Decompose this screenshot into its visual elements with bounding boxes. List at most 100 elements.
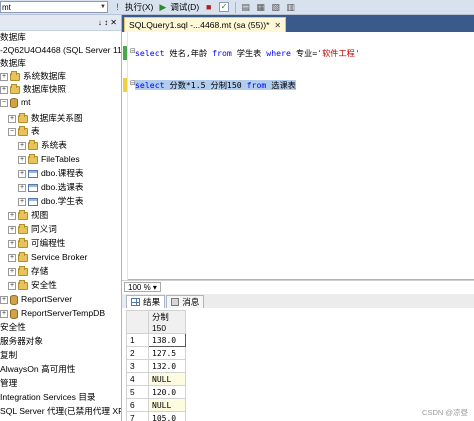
- tree-item-server[interactable]: -2Q62U4O4468 (SQL Server 11: [0, 44, 121, 57]
- expand-icon[interactable]: +: [8, 211, 16, 220]
- row-number: 7: [126, 411, 149, 421]
- toolbar-icon-d[interactable]: ▥: [285, 2, 296, 13]
- expand-icon[interactable]: +: [18, 141, 26, 150]
- table-row[interactable]: 4 NULL: [126, 372, 186, 386]
- table-row[interactable]: 5 120.0: [126, 385, 186, 399]
- database-combo[interactable]: mt ▼: [0, 1, 108, 13]
- tree-item-student-table[interactable]: + dbo.学生表: [18, 195, 84, 208]
- select-expression: 分数*1.5 分制150: [164, 80, 247, 90]
- sql-code-editor[interactable]: ⊟ select 姓名,年龄 from 学生表 where 专业='软件工程' …: [122, 32, 474, 280]
- tree-item-views[interactable]: + 视图: [8, 209, 48, 222]
- tab-results[interactable]: 结果: [126, 295, 166, 308]
- table-row[interactable]: 7 105.0: [126, 411, 186, 421]
- stop-icon[interactable]: ■: [203, 2, 214, 13]
- expand-icon[interactable]: +: [8, 281, 16, 290]
- folder-icon: [18, 265, 28, 276]
- expand-icon[interactable]: +: [0, 309, 8, 318]
- table-row[interactable]: 1 138.0: [126, 333, 186, 347]
- collapse-icon[interactable]: −: [8, 127, 16, 136]
- tree-item-db-security[interactable]: + 安全性: [8, 279, 57, 292]
- tree-item-programmability[interactable]: + 可编程性: [8, 237, 65, 250]
- tree-item-system-tables[interactable]: + 系统表: [18, 139, 67, 152]
- expand-icon[interactable]: +: [0, 295, 8, 304]
- tree-item-course-table[interactable]: + dbo.课程表: [18, 167, 84, 180]
- folder-icon: [28, 153, 38, 164]
- folder-icon: [18, 237, 28, 248]
- tree-item-storage[interactable]: + 存储: [8, 265, 48, 278]
- tree-item-label-top[interactable]: 数据库: [0, 31, 26, 44]
- explorer-header: ↓ ↕ ✕: [0, 15, 121, 31]
- tree-item-filetables[interactable]: + FileTables: [18, 153, 80, 166]
- code-line-1: select 姓名,年龄 from 学生表 where 专业='软件工程': [135, 47, 360, 59]
- expand-icon[interactable]: +: [0, 72, 8, 81]
- row-number-header[interactable]: [126, 310, 149, 334]
- tree-item-alwayson[interactable]: AlwaysOn 高可用性: [0, 363, 75, 376]
- select-columns: 姓名,年龄: [164, 48, 213, 58]
- cell-value[interactable]: 132.0: [148, 359, 186, 373]
- toolbar-icon-a[interactable]: ▤: [240, 2, 251, 13]
- table-row[interactable]: 3 132.0: [126, 359, 186, 373]
- parse-icon[interactable]: ✓: [219, 2, 230, 12]
- expand-icon[interactable]: +: [8, 239, 16, 248]
- column-header[interactable]: 分制150: [148, 310, 186, 334]
- cell-value[interactable]: NULL: [148, 398, 186, 412]
- tree-item-synonyms[interactable]: + 同义词: [8, 223, 57, 236]
- close-icon[interactable]: ✕: [274, 21, 281, 30]
- table-name: 学生表: [231, 48, 267, 58]
- tree-item-management[interactable]: 管理: [0, 377, 17, 390]
- toolbar-icon-c[interactable]: ▧: [270, 2, 281, 13]
- expand-icon[interactable]: +: [8, 253, 16, 262]
- tree-item-sql-agent[interactable]: SQL Server 代理(已禁用代理 XP): [0, 405, 121, 418]
- cell-value[interactable]: 138.0: [148, 333, 186, 347]
- cell-value[interactable]: 120.0: [148, 385, 186, 399]
- expand-icon[interactable]: +: [0, 85, 8, 94]
- zoom-value: 100 %: [128, 282, 151, 292]
- tree-item-replication[interactable]: 复制: [0, 349, 17, 362]
- tree-item-enroll-table[interactable]: + dbo.选课表: [18, 181, 84, 194]
- expand-icon[interactable]: +: [18, 155, 26, 164]
- table-row[interactable]: 6 NULL: [126, 398, 186, 412]
- tree-item-tables[interactable]: − 表: [8, 125, 40, 138]
- message-icon: [171, 298, 180, 306]
- cell-value[interactable]: NULL: [148, 372, 186, 386]
- table-icon: [28, 169, 38, 178]
- document-tabstrip: SQLQuery1.sql -...4468.mt (sa (55))* ✕: [122, 15, 474, 32]
- tree-item-system-databases[interactable]: + 系统数据库: [0, 70, 66, 83]
- expand-icon[interactable]: +: [8, 225, 16, 234]
- expand-icon[interactable]: +: [18, 169, 26, 178]
- tab-sqlquery1[interactable]: SQLQuery1.sql -...4468.mt (sa (55))* ✕: [124, 17, 287, 32]
- query-editor-pane: SQLQuery1.sql -...4468.mt (sa (55))* ✕ ⊟…: [122, 15, 474, 421]
- tree-item-reportservertempdb[interactable]: + ReportServerTempDB: [0, 307, 105, 320]
- debug-icon[interactable]: ▶: [157, 2, 168, 13]
- toolbar-separator: [235, 1, 237, 13]
- table-row[interactable]: 2 127.5: [126, 346, 186, 360]
- tree-item-reportserver[interactable]: + ReportServer: [0, 293, 72, 306]
- expand-icon[interactable]: +: [8, 267, 16, 276]
- tree-item-snapshots[interactable]: + 数据库快照: [0, 83, 66, 96]
- tree-item-security[interactable]: 安全性: [0, 321, 26, 334]
- toolbar-icon-b[interactable]: ▦: [255, 2, 266, 13]
- expand-icon[interactable]: +: [18, 183, 26, 192]
- expand-icon[interactable]: +: [8, 114, 16, 123]
- zoom-select[interactable]: 100 % ▾: [124, 281, 161, 292]
- explorer-header-buttons[interactable]: ↓ ↕ ✕: [98, 18, 117, 27]
- collapse-icon[interactable]: −: [0, 98, 8, 107]
- debug-button[interactable]: 调试(D): [170, 1, 199, 13]
- keyword-from: from: [246, 80, 267, 90]
- expand-icon[interactable]: +: [18, 197, 26, 206]
- tree-item-integration-services[interactable]: Integration Services 目录: [0, 391, 96, 404]
- tree-item-mt[interactable]: − mt: [0, 96, 31, 109]
- tab-messages[interactable]: 消息: [166, 295, 205, 308]
- tree-item-databases[interactable]: 数据库: [0, 57, 26, 70]
- zoom-bar: 100 % ▾: [122, 280, 474, 292]
- tree-item-server-objects[interactable]: 服务器对象: [0, 335, 43, 348]
- results-grid[interactable]: 分制150 1 138.0 2 127.5 3 132.0 4 NULL 5 120.0 …: [126, 310, 186, 421]
- change-gutter: [122, 32, 128, 280]
- tree-item-diagrams[interactable]: + 数据库关系图: [8, 112, 83, 125]
- cell-value[interactable]: 105.0: [148, 411, 186, 421]
- tree-item-service-broker[interactable]: + Service Broker: [8, 251, 87, 264]
- chevron-down-icon[interactable]: ▼: [100, 4, 106, 10]
- execute-icon[interactable]: !: [112, 2, 123, 13]
- cell-value[interactable]: 127.5: [148, 346, 186, 360]
- execute-button[interactable]: 执行(X): [125, 1, 153, 13]
